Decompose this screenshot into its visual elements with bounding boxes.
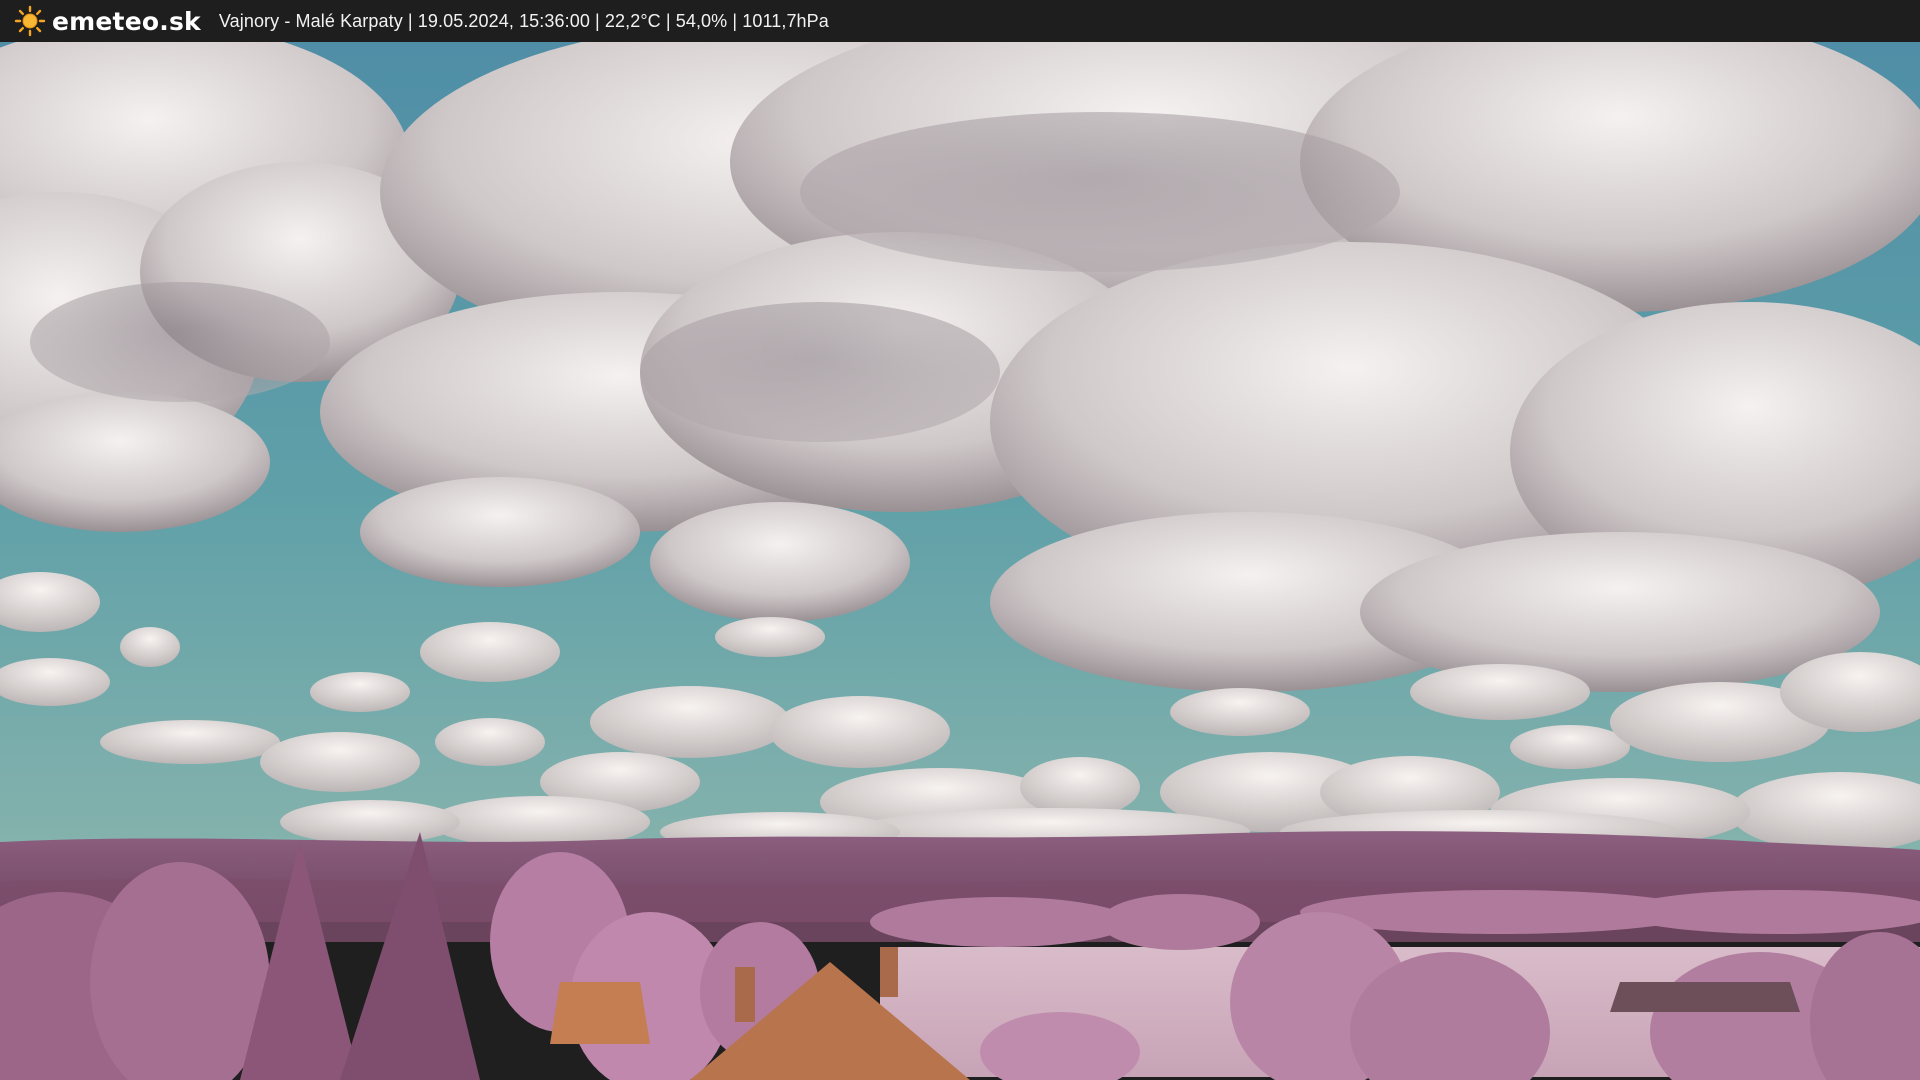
webcam-view: emeteo.sk Vajnory - Malé Karpaty | 19.05… <box>0 0 1920 1080</box>
webcam-image <box>0 42 1920 1080</box>
sun-icon <box>14 5 46 37</box>
brand-name[interactable]: emeteo.sk <box>52 7 201 36</box>
landscape-photo <box>0 42 1920 1080</box>
top-bar: emeteo.sk Vajnory - Malé Karpaty | 19.05… <box>0 0 1920 42</box>
logo[interactable]: emeteo.sk <box>14 5 201 37</box>
weather-info: Vajnory - Malé Karpaty | 19.05.2024, 15:… <box>218 10 829 31</box>
